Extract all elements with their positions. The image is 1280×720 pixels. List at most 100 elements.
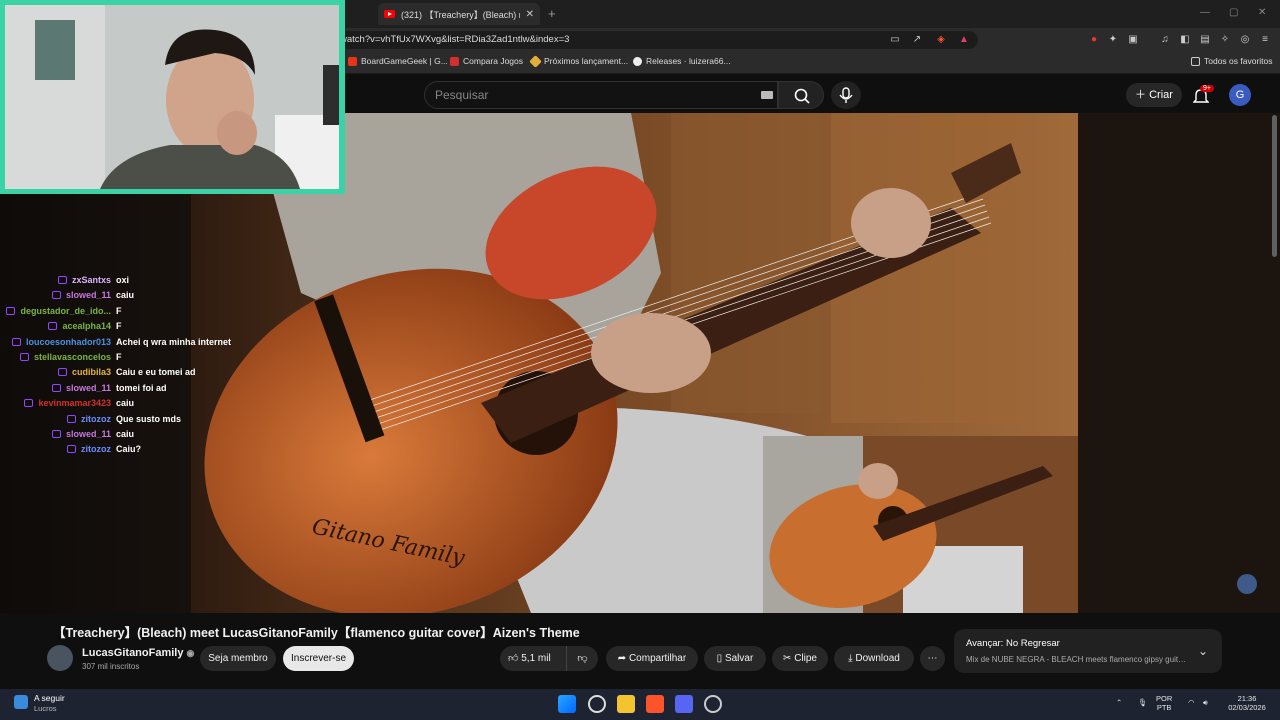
tab-title: (321) 【Treachery】(Bleach) meet L [401, 9, 520, 20]
cast-icon[interactable]: ▭ [888, 33, 902, 47]
brave-icon[interactable] [646, 695, 664, 713]
chat-badge-icon [24, 399, 34, 408]
chat-badge-icon [57, 276, 67, 284]
chat-username[interactable]: acealpha14 [62, 321, 111, 331]
floating-avatar-icon[interactable] [1237, 574, 1257, 594]
chat-badge-icon [48, 322, 58, 331]
save-button[interactable]: ▯ Salvar [704, 646, 766, 671]
maximize-icon[interactable]: ▢ [1229, 7, 1238, 18]
minimize-icon[interactable]: — [1200, 7, 1210, 18]
webcam-feed [5, 5, 339, 189]
github-icon [633, 56, 642, 66]
all-bookmarks[interactable]: Todos os favoritos [1191, 56, 1273, 66]
chat-username[interactable]: zitozoz [81, 444, 111, 454]
voice-search-button[interactable] [831, 81, 861, 109]
chat-badge-icon [51, 383, 61, 392]
create-button[interactable]: ＋ Criar [1126, 83, 1182, 107]
chat-text: caiu [116, 290, 135, 301]
sidebar-icon[interactable]: ◧ [1178, 33, 1192, 47]
chat-username[interactable]: slowed_11 [66, 290, 111, 300]
chat-username[interactable]: kevinmamar3423 [38, 398, 111, 408]
join-button[interactable]: Seja membro [200, 646, 276, 671]
chat-message: zxSantxs oxi [0, 275, 300, 285]
brave-rewards-icon[interactable]: ▲ [957, 33, 971, 47]
bgg-icon [348, 56, 357, 66]
chat-username[interactable]: slowed_11 [66, 383, 111, 393]
tab-close-icon[interactable]: ✕ [526, 9, 534, 20]
chat-username[interactable]: degustador_de_ido... [20, 306, 111, 316]
channel-avatar[interactable] [47, 645, 73, 671]
chat-username[interactable]: zitozoz [81, 414, 111, 424]
extensions-puzzle-icon[interactable]: ✦ [1106, 33, 1120, 47]
menu-icon[interactable]: ≡ [1258, 33, 1272, 47]
chat-badge-icon [51, 430, 61, 438]
plus-icon: ＋ [1135, 89, 1150, 101]
chat-username[interactable]: cudibila3 [72, 367, 111, 377]
volume-icon[interactable]: 🔊︎ [1203, 698, 1208, 708]
compara-jogos-icon [450, 56, 459, 66]
chat-text: Que susto mds [116, 413, 182, 424]
share-page-icon[interactable]: ↗ [910, 33, 924, 47]
page-scrollbar[interactable] [1272, 115, 1277, 257]
subscriber-count: 307 mil inscritos [82, 662, 140, 671]
chat-username[interactable]: loucoesonhador013 [26, 337, 111, 347]
chevron-down-icon[interactable]: ⌄ [1198, 644, 1208, 658]
chat-username[interactable]: zxSantxs [72, 275, 111, 285]
language-indicator[interactable]: POR PTB [1156, 694, 1172, 712]
chat-text: F [116, 305, 122, 316]
chat-message: slowed_11 caiu [0, 429, 300, 439]
keyboard-icon[interactable] [761, 91, 773, 99]
thumbs-up-icon: 👍︎ [508, 653, 522, 664]
extension-icon[interactable]: ● [1087, 33, 1101, 47]
file-explorer-icon[interactable] [617, 695, 635, 713]
discord-icon[interactable] [675, 695, 693, 713]
chat-text: Caiu? [116, 444, 142, 455]
clock[interactable]: 21:36 02/03/2026 [1222, 694, 1272, 712]
download-button[interactable]: ⤓ Download [834, 646, 914, 671]
bookmark-releases[interactable]: Releases · luizera66... [633, 56, 731, 66]
like-button[interactable]: 👍︎ 5,1 mil [500, 646, 566, 671]
search-icon [794, 88, 810, 104]
obs-icon[interactable] [704, 695, 722, 713]
wallet-2-icon[interactable]: ▤ [1198, 33, 1212, 47]
leo-ai-icon[interactable]: ✧ [1218, 33, 1232, 47]
chat-text: oxi [116, 275, 130, 285]
dislike-button[interactable]: 👎︎ [566, 646, 598, 671]
close-window-icon[interactable]: ✕ [1258, 7, 1266, 18]
verified-icon: ◉ [186, 648, 195, 658]
tray-chevron-icon[interactable]: ⌃ [1116, 698, 1122, 707]
up-next-card[interactable] [954, 629, 1222, 673]
more-actions-button[interactable]: ⋯ [920, 646, 945, 671]
bookmark-compara-jogos[interactable]: Compara Jogos [450, 56, 523, 66]
wifi-icon[interactable]: ◠ [1188, 698, 1195, 707]
chat-message: kevinmamar3423 caiu [0, 398, 300, 408]
taskbar-search-icon[interactable] [588, 695, 606, 713]
chat-message: zitozoz Caiu? [0, 444, 300, 454]
chat-message: zitozoz Que susto mds [0, 414, 300, 424]
subscribe-button[interactable]: Inscrever-se [283, 646, 354, 671]
weather-icon[interactable] [14, 695, 28, 709]
search-button[interactable] [778, 81, 824, 109]
brave-shields-icon[interactable]: ◈ [934, 33, 948, 47]
browser-tab-youtube[interactable]: (321) 【Treachery】(Bleach) meet L ✕ [378, 3, 540, 25]
start-icon[interactable] [558, 695, 576, 713]
chat-username[interactable]: slowed_11 [66, 429, 111, 439]
new-tab-icon[interactable]: + [548, 6, 556, 21]
vpn-icon[interactable]: ◎ [1238, 33, 1252, 47]
music-icon[interactable]: ♫ [1158, 33, 1172, 47]
wallet-icon[interactable]: ▣ [1126, 33, 1140, 47]
bookmark-proximos-lancamentos[interactable]: Próximos lançament... [529, 54, 628, 68]
search-input[interactable]: Pesquisar [424, 81, 778, 109]
share-icon: ➦ [617, 653, 629, 664]
chat-message: slowed_11 caiu [0, 290, 300, 300]
account-avatar[interactable]: G [1229, 84, 1251, 106]
bookmark-boardgamegeek[interactable]: BoardGameGeek | G... [348, 56, 448, 66]
channel-name[interactable]: LucasGitanoFamily ◉ [82, 647, 194, 659]
share-button[interactable]: ➦ Compartilhar [606, 646, 698, 671]
tray-mic-icon[interactable]: 🎙︎ [1138, 698, 1148, 707]
clip-button[interactable]: ✂ Clipe [772, 646, 828, 671]
address-bar[interactable]: watch?v=vhTfUx7WXvg&list=RDia3Zad1ntlw&i… [330, 31, 978, 49]
chat-text: tomei foi ad [116, 382, 167, 393]
widget-title: A seguir [34, 693, 65, 703]
chat-username[interactable]: stellavasconcelos [34, 352, 111, 362]
